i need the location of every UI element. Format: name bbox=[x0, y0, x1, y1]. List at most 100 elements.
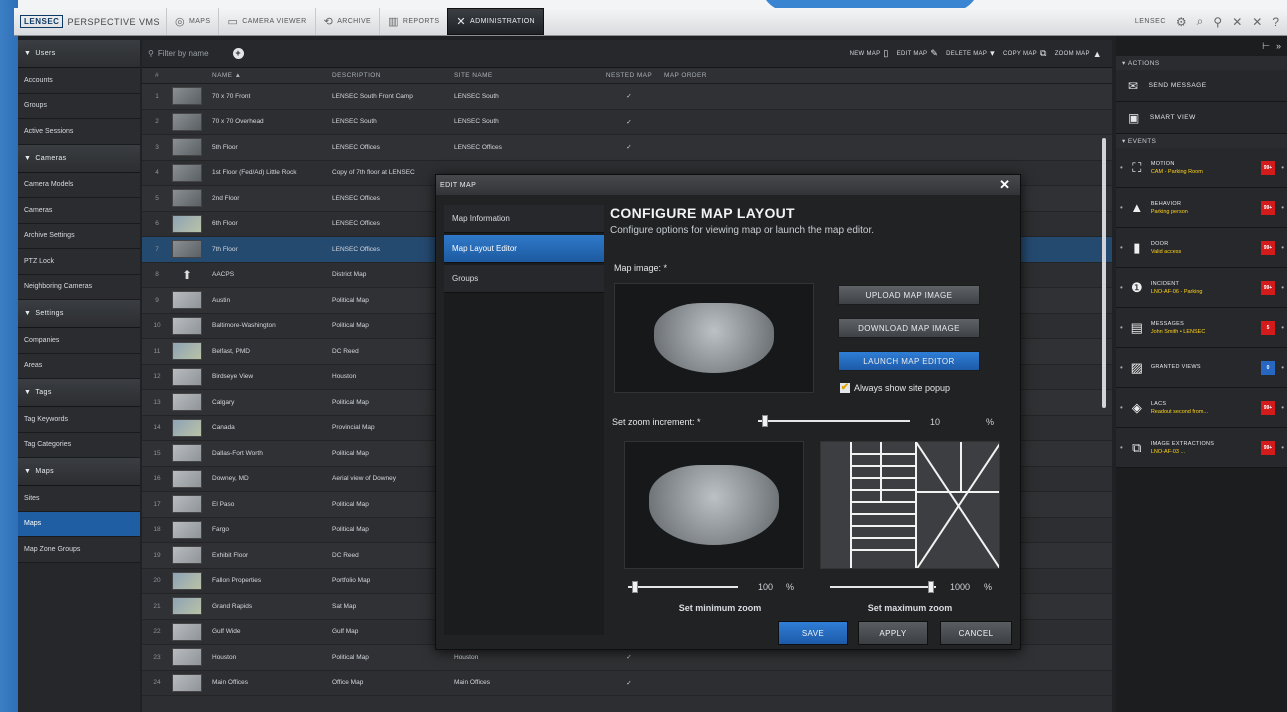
sidebar-item-tag-categories[interactable]: Tag Categories bbox=[18, 432, 140, 458]
tab-camera-viewer[interactable]: ▭ CAMERA VIEWER bbox=[218, 8, 314, 35]
upload-map-image-button[interactable]: UPLOAD MAP IMAGE bbox=[838, 285, 980, 305]
map-thumbnail bbox=[172, 444, 202, 463]
slider-handle[interactable] bbox=[762, 415, 768, 427]
grid-scrollbar[interactable] bbox=[1102, 108, 1108, 708]
sidebar-item-map-zone-groups[interactable]: Map Zone Groups bbox=[18, 537, 140, 563]
col-header-number[interactable]: # bbox=[142, 72, 172, 79]
more-icon[interactable]: • bbox=[1281, 443, 1284, 452]
smart-view-action[interactable]: ▣ SMART VIEW bbox=[1116, 102, 1287, 134]
send-message-action[interactable]: ✉ SEND MESSAGE bbox=[1116, 70, 1287, 102]
tab-administration[interactable]: ✕ ADMINISTRATION bbox=[447, 8, 545, 35]
row-thumbnail-cell bbox=[172, 342, 212, 361]
actions-header[interactable]: ▾ ACTIONS bbox=[1116, 56, 1287, 70]
nav-groups[interactable]: Groups bbox=[444, 265, 604, 293]
new-map-button[interactable]: NEW MAP ▯ bbox=[850, 48, 889, 59]
sidebar-item-active-sessions[interactable]: Active Sessions bbox=[18, 119, 140, 145]
event-item[interactable]: • ▮ DOOR Valid access 99+ • bbox=[1116, 228, 1287, 268]
event-item[interactable]: • ▨ GRANTED VIEWS 0 • bbox=[1116, 348, 1287, 388]
more-icon[interactable]: • bbox=[1281, 363, 1284, 372]
col-header-description[interactable]: DESCRIPTION bbox=[332, 72, 454, 79]
copy-map-button[interactable]: COPY MAP ⧉ bbox=[1003, 48, 1047, 59]
more-icon[interactable]: • bbox=[1281, 323, 1284, 332]
add-filter-icon[interactable]: + bbox=[232, 48, 244, 59]
event-item[interactable]: • ❶ INCIDENT LNO-AF-06 - Parking 99+ • bbox=[1116, 268, 1287, 308]
gear-icon[interactable]: ⚙ bbox=[1176, 15, 1187, 29]
sidebar-item-ptz-lock[interactable]: PTZ Lock bbox=[18, 249, 140, 275]
event-item[interactable]: • ⧉ IMAGE EXTRACTIONS LNO-AF-03 ... 99+ • bbox=[1116, 428, 1287, 468]
more-icon[interactable]: • bbox=[1281, 283, 1284, 292]
slider-handle[interactable] bbox=[632, 581, 638, 593]
sidebar-item-areas[interactable]: Areas bbox=[18, 353, 140, 379]
event-item[interactable]: • ⛶ MOTION CAM - Parking Room 99+ • bbox=[1116, 148, 1287, 188]
slider-handle[interactable] bbox=[928, 581, 934, 593]
sidebar-item-tag-keywords[interactable]: Tag Keywords bbox=[18, 407, 140, 433]
col-header-nested-map[interactable]: NESTED MAP bbox=[594, 72, 664, 79]
download-map-image-button[interactable]: DOWNLOAD MAP IMAGE bbox=[838, 318, 980, 338]
table-row[interactable]: 24 Main Offices Office Map Main Offices ✓ bbox=[142, 671, 1112, 696]
collapse-icon[interactable]: » bbox=[1276, 41, 1281, 51]
tab-archive[interactable]: ⟲ ARCHIVE bbox=[314, 8, 380, 35]
search-icon[interactable]: ⌕ bbox=[1197, 14, 1204, 29]
delete-map-button[interactable]: DELETE MAP ▾ bbox=[946, 48, 995, 59]
event-item[interactable]: • ◈ LACS Readout second from... 99+ • bbox=[1116, 388, 1287, 428]
pin-icon[interactable]: ⊢ bbox=[1262, 41, 1270, 52]
person-icon[interactable]: ⚲ bbox=[1213, 15, 1222, 29]
help-icon[interactable]: ? bbox=[1272, 15, 1279, 29]
sidebar-item-neighboring-cameras[interactable]: Neighboring Cameras bbox=[18, 274, 140, 300]
sidebar-item-companies[interactable]: Companies bbox=[18, 328, 140, 354]
col-header-map-order[interactable]: MAP ORDER bbox=[664, 72, 724, 79]
sidebar-item-sites[interactable]: Sites bbox=[18, 486, 140, 512]
zoom-map-button[interactable]: ZOOM MAP ▲ bbox=[1055, 48, 1102, 59]
sidebar-item-maps[interactable]: Maps bbox=[18, 511, 140, 537]
map-thumbnail bbox=[172, 418, 202, 437]
filter-box[interactable]: ⚲ Filter by name + bbox=[148, 48, 308, 59]
edit-map-button[interactable]: EDIT MAP ✎ bbox=[897, 48, 938, 59]
close-x-icon[interactable]: ✕ bbox=[1232, 15, 1242, 29]
max-zoom-slider[interactable] bbox=[830, 581, 936, 593]
table-row[interactable]: 3 5th Floor LENSEC Offices LENSEC Offices ✓ bbox=[142, 135, 1112, 161]
sidebar-section-maps[interactable]: ▼ Maps bbox=[18, 458, 140, 486]
sidebar-section-settings[interactable]: ▼ Settings bbox=[18, 300, 140, 328]
event-text: DOOR Valid access bbox=[1151, 241, 1255, 255]
more-icon[interactable]: • bbox=[1281, 243, 1284, 252]
col-header-name[interactable]: NAME ▲ bbox=[212, 72, 332, 79]
event-title: IMAGE EXTRACTIONS bbox=[1150, 440, 1215, 447]
event-subtitle: Parking person bbox=[1150, 208, 1188, 215]
button-label: EDIT MAP bbox=[896, 50, 928, 57]
row-number: 23 bbox=[153, 653, 161, 661]
sidebar-section-tags[interactable]: ▼ Tags bbox=[18, 379, 140, 407]
zoom-increment-slider[interactable] bbox=[758, 415, 910, 427]
close-icon[interactable]: ✕ bbox=[1252, 15, 1262, 29]
sidebar-item-cameras[interactable]: Cameras bbox=[18, 198, 140, 224]
table-row[interactable]: 1 70 x 70 Front LENSEC South Front Camp LEN… bbox=[142, 84, 1112, 110]
sidebar-section-cameras[interactable]: ▼ Cameras bbox=[18, 144, 140, 173]
filter-input[interactable]: Filter by name bbox=[158, 49, 209, 58]
events-header[interactable]: ▾ EVENTS bbox=[1116, 134, 1287, 148]
event-item[interactable]: • ▤ MESSAGES John Smith • LENSEC 5 • bbox=[1116, 308, 1287, 348]
row-number: 21 bbox=[153, 602, 161, 610]
tab-reports[interactable]: ▥ REPORTS bbox=[379, 8, 447, 35]
events-list: • ⛶ MOTION CAM - Parking Room 99+ • • ▲ BEHAVIOR… bbox=[1116, 148, 1287, 468]
sidebar-item-camera-models[interactable]: Camera Models bbox=[18, 172, 140, 198]
always-show-popup-checkbox[interactable]: ✔ Always show site popup bbox=[840, 383, 950, 393]
launch-map-editor-button[interactable]: LAUNCH MAP EDITOR bbox=[838, 351, 980, 371]
more-icon[interactable]: • bbox=[1281, 203, 1284, 212]
cancel-button[interactable]: CANCEL bbox=[940, 621, 1012, 645]
event-item[interactable]: • ▲ BEHAVIOR Parking person 99+ • bbox=[1116, 188, 1287, 228]
nav-map-layout-editor[interactable]: Map Layout Editor bbox=[444, 235, 604, 263]
table-row[interactable]: 2 70 x 70 Overhead LENSEC South LENSEC Sout… bbox=[142, 110, 1112, 135]
close-icon[interactable]: ✕ bbox=[999, 177, 1010, 193]
sidebar-item-accounts[interactable]: Accounts bbox=[18, 68, 140, 94]
save-button[interactable]: SAVE bbox=[778, 621, 848, 645]
scrollbar-thumb[interactable] bbox=[1102, 138, 1106, 408]
min-zoom-slider[interactable] bbox=[628, 581, 738, 593]
more-icon[interactable]: • bbox=[1281, 403, 1284, 412]
col-header-site-name[interactable]: SITE NAME bbox=[454, 72, 594, 79]
sidebar-item-archive-settings[interactable]: Archive Settings bbox=[18, 223, 140, 249]
apply-button[interactable]: APPLY bbox=[858, 621, 928, 645]
tab-maps[interactable]: ◎ MAPS bbox=[165, 8, 218, 35]
nav-map-information[interactable]: Map Information bbox=[444, 205, 604, 233]
sidebar-item-groups[interactable]: Groups bbox=[18, 93, 140, 119]
sidebar-section-users[interactable]: ▼ Users bbox=[18, 40, 140, 68]
more-icon[interactable]: • bbox=[1281, 163, 1284, 172]
